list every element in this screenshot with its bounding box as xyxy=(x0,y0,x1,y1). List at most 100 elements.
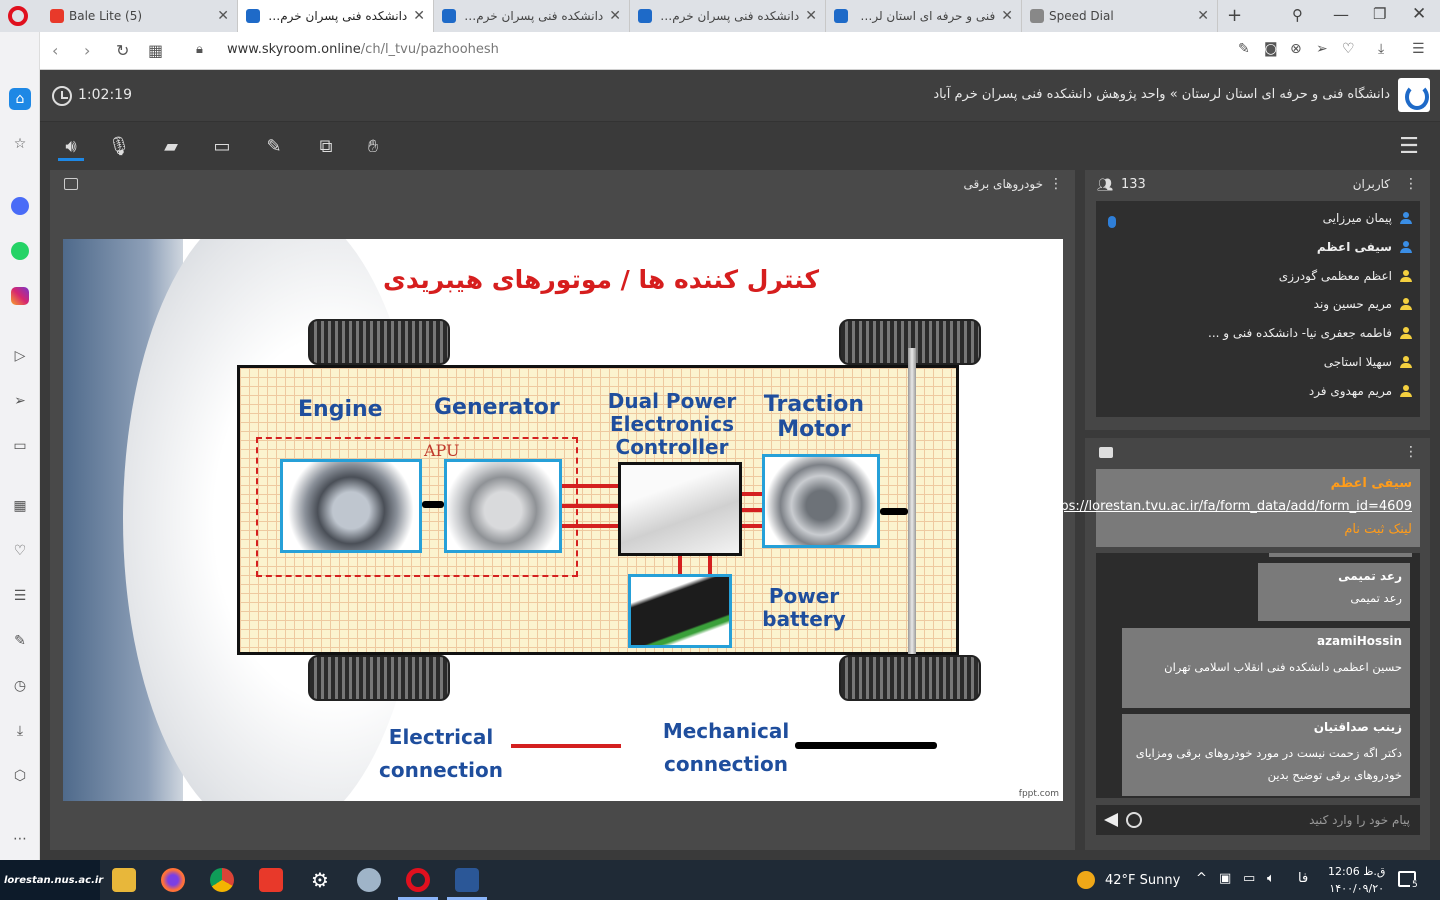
message-sender: azamiHossin xyxy=(1316,634,1402,648)
file-explorer-icon[interactable] xyxy=(112,868,136,892)
maximize-button[interactable]: ❐ xyxy=(1373,5,1386,23)
chat-input[interactable] xyxy=(1170,813,1410,827)
tray-camera-icon[interactable]: ▣ xyxy=(1219,871,1231,886)
brush-icon[interactable]: ✎ xyxy=(261,134,287,158)
mic-muted-icon[interactable]: 🎙︎ xyxy=(106,134,132,158)
easy-setup-icon[interactable]: ☰ xyxy=(1412,41,1425,57)
start-button[interactable]: lorestan.nus.ac.ir xyxy=(0,860,104,900)
adblock-icon[interactable]: ⊗ xyxy=(1290,41,1302,57)
menu-icon[interactable]: ☰ xyxy=(1396,134,1422,159)
pinned-link[interactable]: https://lorestan.tvu.ac.ir/fa/form_data/… xyxy=(1042,499,1412,514)
globe-app-icon[interactable] xyxy=(357,868,381,892)
tab-grid-icon[interactable]: ▦ xyxy=(148,41,163,60)
tab-speed-dial[interactable]: Speed Dial ✕ xyxy=(1022,0,1218,32)
minimize-button[interactable]: — xyxy=(1333,5,1349,24)
user-icon xyxy=(1400,356,1412,368)
search-tabs-icon[interactable]: ⚲ xyxy=(1292,6,1303,24)
cube-icon[interactable]: ⬡ xyxy=(9,765,31,787)
tire-rear-right xyxy=(839,655,981,701)
hand-icon[interactable]: ✋︎ xyxy=(360,134,386,158)
close-tab-icon[interactable]: ✕ xyxy=(413,8,425,24)
tab-lorestan[interactable]: فنی و حرفه ای استان لرستان ✕ xyxy=(826,0,1022,32)
reload-icon[interactable]: ↻ xyxy=(116,41,129,60)
user-row[interactable]: سیفی اعظم xyxy=(1317,236,1412,258)
tab-bale[interactable]: Bale Lite (5) ✕ xyxy=(42,0,238,32)
lock-icon: 🔒︎ xyxy=(196,42,203,57)
emoji-icon[interactable] xyxy=(1126,812,1142,828)
user-row[interactable]: مریم مهدوی فرد xyxy=(1309,380,1412,402)
tab-skyroom-active[interactable]: دانشکده فنی پسران خرم آباد ✕ xyxy=(238,0,434,32)
wire-ctrl-motor-1 xyxy=(742,492,762,496)
close-tab-icon[interactable]: ✕ xyxy=(1197,8,1209,24)
media-icon[interactable]: ⧉ xyxy=(313,134,339,158)
start-label: lorestan.nus.ac.ir xyxy=(4,874,104,886)
message-sender: زینب صداقتیان xyxy=(1313,720,1402,734)
chat-message: زینب صداقتیان دکتر اگه زحمت نیست در مورد… xyxy=(1122,714,1410,796)
snapshot-icon[interactable]: ◙ xyxy=(1264,41,1278,57)
download-icon[interactable]: ⤓ xyxy=(9,720,31,742)
forward-icon[interactable]: › xyxy=(84,41,90,60)
chrome-icon[interactable] xyxy=(210,868,234,892)
user-row[interactable]: سهیلا استاجی xyxy=(1324,351,1412,373)
downloads-icon[interactable]: ⤓ xyxy=(1378,41,1384,57)
tab-title: دانشکده فنی پسران خرم آباد xyxy=(461,9,604,23)
messenger-icon[interactable] xyxy=(9,195,31,217)
more-icon[interactable]: ⋯ xyxy=(9,828,31,850)
user-row[interactable]: اعظم معظمی گودرزی xyxy=(1279,265,1412,287)
whatsapp-icon[interactable] xyxy=(9,240,31,262)
send-page-icon[interactable]: ➢ xyxy=(1316,41,1328,57)
axle xyxy=(908,348,916,654)
firefox-icon[interactable] xyxy=(161,868,185,892)
wallet-icon[interactable]: ▭ xyxy=(9,435,31,457)
new-tab-button[interactable]: + xyxy=(1227,5,1242,26)
anydesk-icon[interactable] xyxy=(259,868,283,892)
user-row[interactable]: فاطمه جعفری نیا- دانشکده فنی و ... xyxy=(1208,322,1412,344)
skyroom-favicon-icon xyxy=(246,9,260,23)
heart-icon[interactable]: ♡ xyxy=(9,540,31,562)
edit-page-icon[interactable]: ✎ xyxy=(1238,41,1250,57)
opera-menu-button[interactable] xyxy=(8,6,28,26)
edit-icon[interactable]: ✎ xyxy=(9,630,31,652)
volume-icon[interactable]: 🔈︎ xyxy=(1267,871,1275,886)
send-icon[interactable]: ➢ xyxy=(9,390,31,412)
camera-icon[interactable]: ▰ xyxy=(158,134,184,158)
screen-share-icon[interactable]: ▭ xyxy=(209,134,235,158)
network-icon[interactable]: ▭ xyxy=(1243,871,1255,886)
news-icon[interactable]: ☰ xyxy=(9,585,31,607)
home-icon[interactable]: ⌂ xyxy=(9,88,31,110)
weather-widget[interactable]: 42°F Sunny xyxy=(1077,871,1180,889)
speaker-icon[interactable]: 🔊︎ xyxy=(58,134,84,158)
send-message-icon[interactable] xyxy=(1104,813,1118,827)
close-window-button[interactable]: ✕ xyxy=(1412,4,1426,24)
pinned-sender: سیفی اعظم xyxy=(1330,476,1412,491)
speed-dial-icon[interactable]: ▦ xyxy=(9,495,31,517)
user-row[interactable]: مریم حسین وند xyxy=(1314,293,1412,315)
back-icon[interactable]: ‹ xyxy=(52,41,58,60)
tab-skyroom-2[interactable]: دانشکده فنی پسران خرم آباد ✕ xyxy=(434,0,630,32)
wire-gen-ctrl-1 xyxy=(562,484,618,488)
tab-skyroom-3[interactable]: دانشکده فنی پسران خرم آباد ✕ xyxy=(630,0,826,32)
session-timer: 1:02:19 xyxy=(78,87,132,103)
chat-menu-icon[interactable]: ⋮ xyxy=(1404,444,1418,460)
star-icon[interactable]: ☆ xyxy=(9,133,31,155)
language-indicator[interactable]: فا xyxy=(1298,871,1308,886)
settings-icon[interactable]: ⚙ xyxy=(308,868,332,892)
word-icon[interactable] xyxy=(455,868,479,892)
user-row[interactable]: پیمان میرزایی xyxy=(1323,207,1412,229)
tray-chevron-icon[interactable]: ^ xyxy=(1196,871,1207,886)
close-tab-icon[interactable]: ✕ xyxy=(609,8,621,24)
player-icon[interactable]: ▷ xyxy=(9,345,31,367)
instagram-icon[interactable] xyxy=(9,285,31,307)
close-tab-icon[interactable]: ✕ xyxy=(1001,8,1013,24)
system-clock[interactable]: 12:06 ق.ظ ۱۴۰۰/۰۹/۲۰ xyxy=(1328,863,1385,897)
url-field[interactable]: www.skyroom.online/ch/l_tvu/pazhoohesh xyxy=(227,42,499,57)
users-menu-icon[interactable]: ⋮ xyxy=(1404,176,1418,192)
close-tab-icon[interactable]: ✕ xyxy=(805,8,817,24)
fullscreen-icon[interactable] xyxy=(64,178,78,190)
history-icon[interactable]: ◷ xyxy=(9,675,31,697)
bookmark-heart-icon[interactable]: ♡ xyxy=(1342,41,1355,57)
user-icon xyxy=(1400,270,1412,282)
close-tab-icon[interactable]: ✕ xyxy=(217,8,229,24)
presentation-menu-icon[interactable]: ⋮ xyxy=(1049,176,1063,192)
opera-taskbar-icon[interactable] xyxy=(406,868,430,892)
